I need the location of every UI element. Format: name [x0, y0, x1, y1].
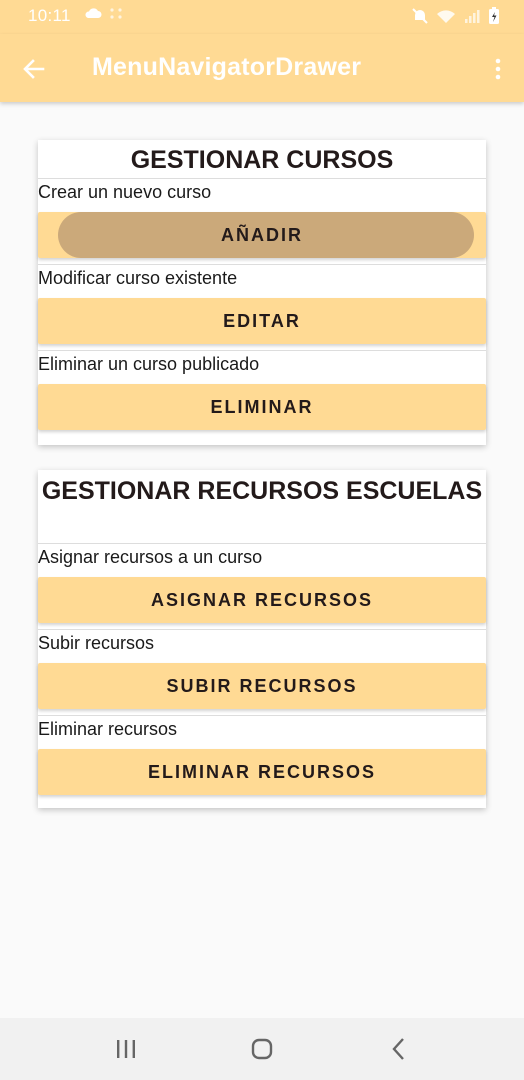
recents-icon [117, 1040, 135, 1058]
status-time: 10:11 [28, 6, 71, 25]
delete-course-button-label: ELIMINAR [210, 396, 314, 417]
delete-course-section: Eliminar un curso publicado ELIMINAR [38, 351, 486, 430]
back-button[interactable] [16, 51, 52, 87]
edit-course-button[interactable]: EDITAR [38, 298, 486, 344]
nav-back-icon [392, 1038, 404, 1060]
assign-resources-label: Asignar recursos a un curso [38, 547, 263, 567]
recents-button[interactable] [106, 1032, 146, 1066]
add-course-button[interactable]: AÑADIR [38, 212, 486, 258]
upload-resources-section: Subir recursos SUBIR RECURSOS [38, 630, 486, 716]
courses-card: GESTIONAR CURSOS Crear un nuevo curso AÑ… [38, 140, 486, 445]
assign-resources-button-label: ASIGNAR RECURSOS [150, 589, 374, 610]
delete-resources-section: Eliminar recursos ELIMINAR RECURSOS [38, 716, 486, 795]
delete-resources-button-label: ELIMINAR RECURSOS [147, 761, 376, 782]
status-right-icons [412, 7, 500, 25]
edit-course-button-label: EDITAR [223, 310, 301, 331]
arrow-back-icon [23, 59, 45, 79]
dots-icon [110, 8, 122, 19]
edit-course-label: Modificar curso existente [38, 268, 238, 288]
resources-card-title: GESTIONAR RECURSOS ESCUELAS [38, 470, 486, 544]
wifi-icon [437, 10, 455, 23]
home-button[interactable] [242, 1032, 282, 1066]
battery-icon [489, 7, 499, 24]
system-nav-bar [0, 1018, 524, 1080]
upload-resources-button-label: SUBIR RECURSOS [166, 675, 358, 696]
add-course-button-label: AÑADIR [221, 224, 303, 245]
upload-resources-button[interactable]: SUBIR RECURSOS [38, 663, 486, 709]
nav-back-button[interactable] [378, 1032, 418, 1066]
app-title: MenuNavigatorDrawer [92, 53, 362, 81]
status-bar: 10:11 [0, 0, 524, 34]
mute-icon [412, 8, 428, 24]
home-icon [251, 1038, 273, 1060]
edit-course-section: Modificar curso existente EDITAR [38, 265, 486, 351]
overflow-menu-button[interactable] [486, 51, 510, 87]
create-course-label: Crear un nuevo curso [38, 182, 212, 202]
assign-resources-section: Asignar recursos a un curso ASIGNAR RECU… [38, 544, 486, 630]
cloud-icon [85, 8, 102, 18]
signal-icon [465, 10, 480, 23]
delete-course-button[interactable]: ELIMINAR [38, 384, 486, 430]
more-vert-icon [495, 58, 501, 80]
resources-card: GESTIONAR RECURSOS ESCUELAS Asignar recu… [38, 470, 486, 808]
delete-course-label: Eliminar un curso publicado [38, 354, 260, 374]
assign-resources-button[interactable]: ASIGNAR RECURSOS [38, 577, 486, 623]
delete-resources-button[interactable]: ELIMINAR RECURSOS [38, 749, 486, 795]
upload-resources-label: Subir recursos [38, 633, 155, 653]
create-course-section: Crear un nuevo curso AÑADIR [38, 179, 486, 265]
courses-card-title: GESTIONAR CURSOS [38, 140, 486, 179]
app-bar: MenuNavigatorDrawer [0, 34, 524, 102]
status-left-icons [84, 6, 126, 20]
delete-resources-label: Eliminar recursos [38, 719, 178, 739]
